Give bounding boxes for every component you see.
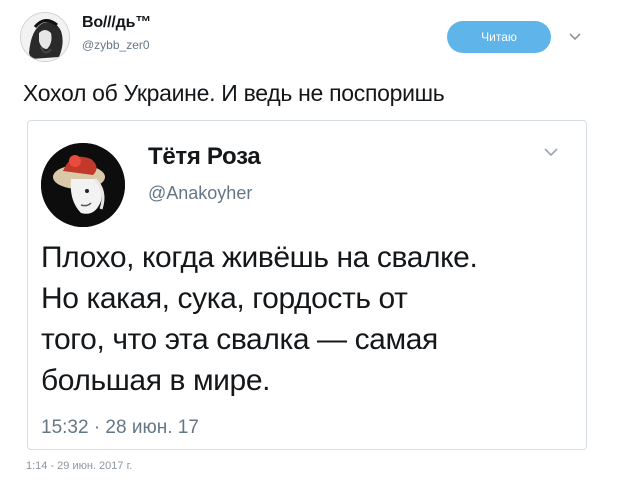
quoted-text-line: Но какая, сука, гордость от xyxy=(41,282,408,315)
quoted-author-name[interactable]: Тётя Роза xyxy=(148,143,261,171)
quoted-timestamp[interactable]: 15:32 · 28 июн. 17 xyxy=(41,417,199,439)
tweet-text: Хохол об Украине. И ведь не поспоришь xyxy=(23,80,445,106)
quoted-author-portrait-icon xyxy=(41,143,125,227)
author-portrait-icon xyxy=(21,13,69,61)
author-handle[interactable]: @zybb_zer0 xyxy=(82,38,150,52)
quoted-tweet-text: Плохо, когда живёшь на свалке. Но какая,… xyxy=(41,237,581,401)
quoted-text-line: Плохо, когда живёшь на свалке. xyxy=(41,241,478,274)
author-avatar[interactable] xyxy=(20,12,70,62)
tweet-timestamp[interactable]: 1:14 - 29 июн. 2017 г. xyxy=(26,460,132,472)
quoted-chevron-down-icon[interactable] xyxy=(543,146,559,158)
quoted-text-line: того, что эта свалка — самая xyxy=(41,323,438,356)
quoted-author-handle[interactable]: @Anakoyher xyxy=(148,183,252,204)
author-name[interactable]: Во///дь™ xyxy=(82,14,151,32)
quoted-text-line: большая в мире. xyxy=(41,364,271,397)
quoted-author-avatar[interactable] xyxy=(41,143,125,227)
quoted-tweet-card[interactable]: Тётя Роза @Anakoyher Плохо, когда живёшь… xyxy=(27,120,587,450)
follow-button[interactable]: Читаю xyxy=(447,21,551,53)
follow-button-label: Читаю xyxy=(481,30,517,44)
chevron-down-icon[interactable] xyxy=(568,30,582,44)
